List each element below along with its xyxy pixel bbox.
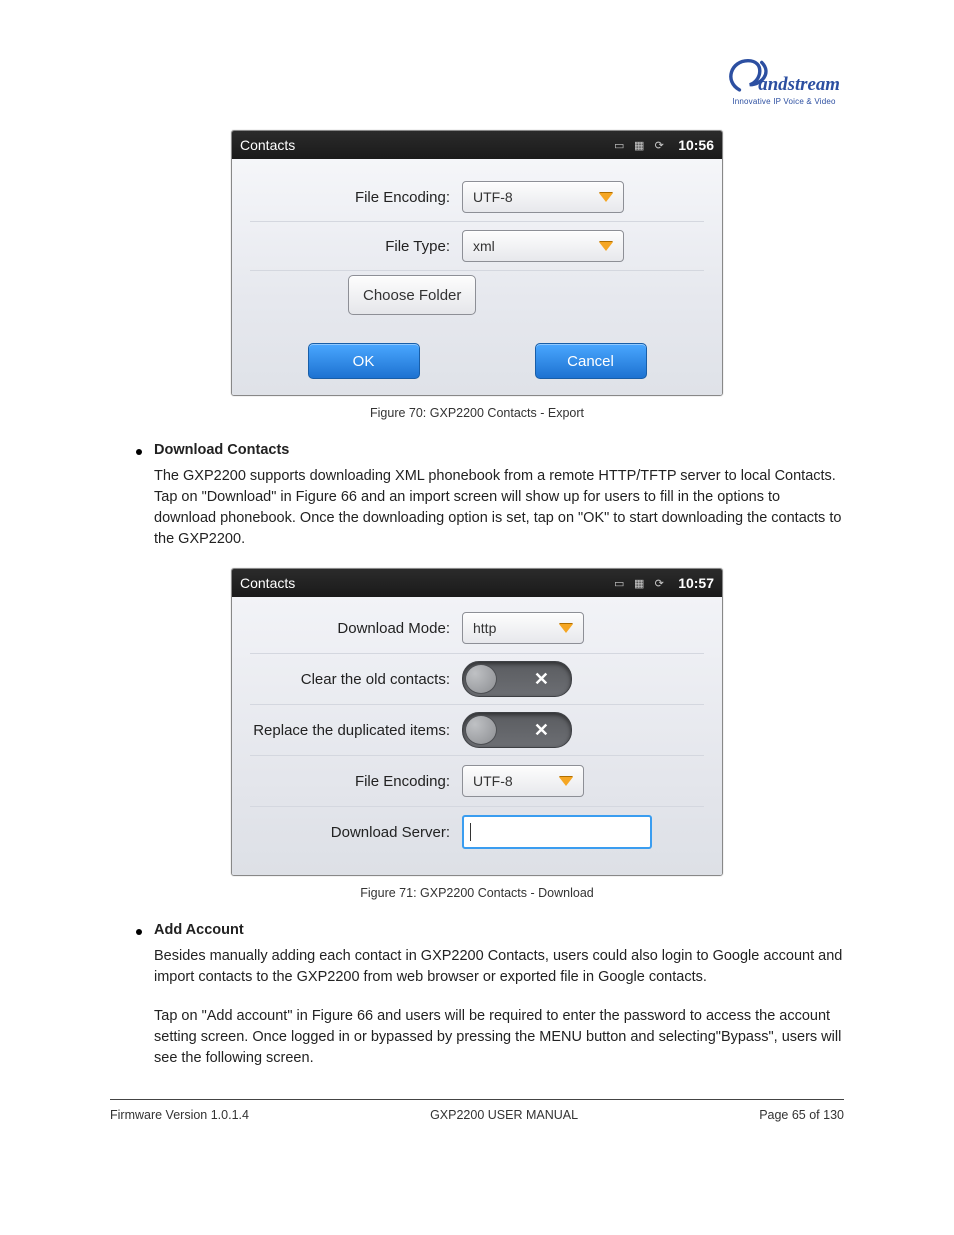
cancel-button[interactable]: Cancel (535, 343, 647, 379)
text-caret (470, 823, 471, 841)
footer-title: GXP2200 USER MANUAL (430, 1108, 578, 1122)
page-footer: Firmware Version 1.0.1.4 GXP2200 USER MA… (110, 1108, 844, 1122)
footer-page: Page 65 of 130 (759, 1108, 844, 1122)
titlebar: Contacts ▭ ▦ ⟳ 10:57 (232, 569, 722, 597)
figure-caption: Figure 71: GXP2200 Contacts - Download (110, 886, 844, 900)
cancel-label: Cancel (567, 353, 614, 370)
chevron-down-icon (599, 242, 613, 251)
figure-download: Contacts ▭ ▦ ⟳ 10:57 Download Mode: http… (231, 568, 723, 876)
section-addaccount-body1: Besides manually adding each contact in … (154, 946, 844, 988)
clear-old-label: Clear the old contacts: (250, 671, 450, 688)
refresh-icon: ⟳ (652, 576, 666, 590)
file-encoding-value: UTF-8 (473, 773, 513, 789)
toggle-knob (465, 664, 497, 694)
chevron-down-icon (599, 193, 613, 202)
download-mode-value: http (473, 620, 496, 636)
file-encoding-dropdown[interactable]: UTF-8 (462, 765, 584, 797)
ok-button[interactable]: OK (308, 343, 420, 379)
download-mode-label: Download Mode: (250, 620, 450, 637)
footer-firmware: Firmware Version 1.0.1.4 (110, 1108, 249, 1122)
footer-divider (110, 1099, 844, 1100)
file-encoding-value: UTF-8 (473, 189, 513, 205)
download-mode-dropdown[interactable]: http (462, 612, 584, 644)
refresh-icon: ⟳ (652, 138, 666, 152)
x-icon: ✕ (534, 670, 549, 688)
section-download-body: The GXP2200 supports downloading XML pho… (154, 466, 844, 550)
figure-caption: Figure 70: GXP2200 Contacts - Export (110, 406, 844, 420)
file-encoding-label: File Encoding: (250, 189, 450, 206)
toggle-knob (465, 715, 497, 745)
section-download-heading: Download Contacts (154, 442, 289, 458)
file-type-dropdown[interactable]: xml (462, 230, 624, 262)
file-type-label: File Type: (250, 238, 450, 255)
x-icon: ✕ (534, 721, 549, 739)
choose-folder-button[interactable]: Choose Folder (348, 275, 476, 315)
brand-tagline: Innovative IP Voice & Video (724, 97, 844, 106)
status-icon-1: ▭ (612, 576, 626, 590)
replace-dup-label: Replace the duplicated items: (250, 722, 450, 739)
ok-label: OK (353, 353, 375, 370)
status-icon-2: ▦ (632, 138, 646, 152)
section-addaccount-body2: Tap on "Add account" in Figure 66 and us… (154, 1006, 844, 1069)
figure-export: Contacts ▭ ▦ ⟳ 10:56 File Encoding: UTF-… (231, 130, 723, 396)
choose-folder-label: Choose Folder (363, 287, 461, 304)
window-title: Contacts (240, 137, 612, 153)
titlebar: Contacts ▭ ▦ ⟳ 10:56 (232, 131, 722, 159)
status-icon-1: ▭ (612, 138, 626, 152)
chevron-down-icon (559, 624, 573, 633)
replace-dup-toggle[interactable]: ✕ (462, 712, 572, 748)
bullet-icon (136, 449, 142, 455)
bullet-icon (136, 929, 142, 935)
file-type-value: xml (473, 238, 495, 254)
status-icon-2: ▦ (632, 576, 646, 590)
window-title: Contacts (240, 575, 612, 591)
chevron-down-icon (559, 777, 573, 786)
clock: 10:56 (678, 137, 714, 153)
clear-old-toggle[interactable]: ✕ (462, 661, 572, 697)
download-server-input[interactable] (462, 815, 652, 849)
file-encoding-label: File Encoding: (250, 773, 450, 790)
clock: 10:57 (678, 575, 714, 591)
file-encoding-dropdown[interactable]: UTF-8 (462, 181, 624, 213)
brand-logo: andstream Innovative IP Voice & Video (724, 55, 844, 106)
section-addaccount-heading: Add Account (154, 922, 244, 938)
download-server-label: Download Server: (250, 824, 450, 841)
svg-text:andstream: andstream (758, 74, 840, 95)
